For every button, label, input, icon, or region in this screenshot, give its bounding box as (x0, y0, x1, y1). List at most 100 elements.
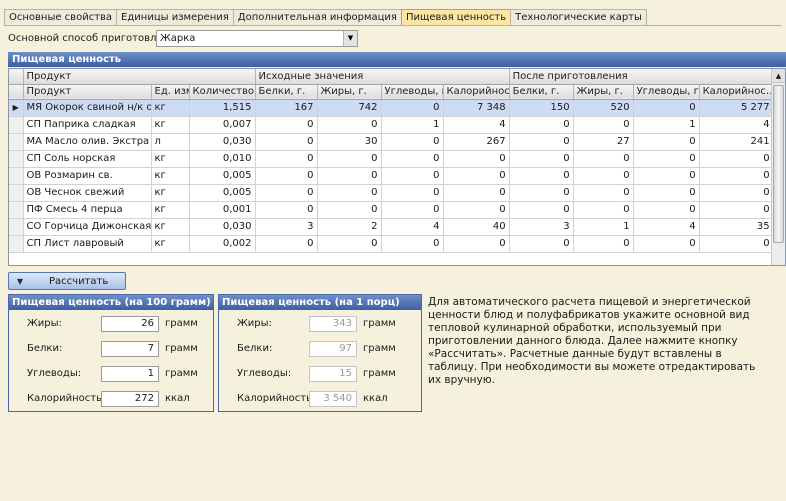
grid-cell[interactable]: 0 (443, 167, 510, 185)
grid-cell[interactable]: 0 (509, 167, 574, 185)
grid-cell[interactable]: 0,002 (189, 235, 256, 253)
grid-cell[interactable]: 0 (443, 184, 510, 202)
grid-cell[interactable]: 4 (699, 116, 773, 134)
grid-cell[interactable]: 0 (573, 116, 634, 134)
grid-cell[interactable]: ПФ Смесь 4 перца (23, 201, 152, 219)
grid-cell[interactable]: 0 (255, 150, 318, 168)
grid-cell[interactable]: 0 (443, 150, 510, 168)
grid-cell[interactable]: 1 (573, 218, 634, 236)
grid-cell[interactable]: 0 (699, 201, 773, 219)
table-row[interactable]: СП Паприка сладкая кг 0,007 0 0 1 4 0 0 1 4 (9, 116, 773, 134)
grid-cell[interactable]: 0 (255, 201, 318, 219)
grid-cell[interactable]: 0 (633, 133, 700, 151)
grid-cell[interactable]: кг (151, 184, 190, 202)
grid-cell[interactable]: 0 (633, 235, 700, 253)
grid-cell[interactable]: ОВ Розмарин св. (23, 167, 152, 185)
grid-cell[interactable]: 0 (573, 201, 634, 219)
grid-cell[interactable]: 4 (381, 218, 444, 236)
calculate-button[interactable]: ▼ Рассчитать (8, 272, 126, 290)
row-indicator[interactable] (9, 116, 24, 134)
row-indicator[interactable] (9, 150, 24, 168)
tab-tech-cards[interactable]: Технологические карты (510, 9, 647, 25)
grid-cell[interactable]: кг (151, 116, 190, 134)
grid-cell[interactable]: кг (151, 150, 190, 168)
table-row[interactable]: СП Соль норская кг 0,010 0 0 0 0 0 0 0 0 (9, 150, 773, 168)
tab-additional-info[interactable]: Дополнительная информация (232, 9, 401, 25)
grid-cell[interactable]: 0 (255, 116, 318, 134)
column-header[interactable]: Жиры, г. (317, 84, 382, 100)
grid-cell[interactable]: 0 (699, 167, 773, 185)
grid-cell[interactable]: 0 (317, 235, 382, 253)
grid-cell[interactable]: 0 (509, 201, 574, 219)
scroll-up-icon[interactable]: ▲ (772, 69, 785, 83)
grid-cell[interactable]: 0 (381, 150, 444, 168)
grid-cell[interactable]: 0,010 (189, 150, 256, 168)
column-header[interactable]: Ед. изм. (151, 84, 190, 100)
grid-cell[interactable]: СП Лист лавровый (23, 235, 152, 253)
grid-cell[interactable]: 0 (633, 167, 700, 185)
tab-main-properties[interactable]: Основные свойства (4, 9, 117, 25)
grid-cell[interactable]: 0 (317, 167, 382, 185)
column-header[interactable]: Продукт (23, 84, 152, 100)
column-header[interactable]: Количество… (189, 84, 256, 100)
grid-cell[interactable]: 0 (381, 99, 444, 117)
grid-cell[interactable]: 0,001 (189, 201, 256, 219)
column-header[interactable]: Белки, г. (509, 84, 574, 100)
grid-cell[interactable]: кг (151, 99, 190, 117)
grid-cell[interactable]: 0 (509, 116, 574, 134)
grid-cell[interactable]: 0 (255, 167, 318, 185)
table-row[interactable]: СО Горчица Дижонская кг 0,030 3 2 4 40 3 1 4 35 (9, 218, 773, 236)
grid-cell[interactable]: 520 (573, 99, 634, 117)
grid-cell[interactable]: 0,005 (189, 184, 256, 202)
column-header[interactable]: Калорийност… (443, 84, 510, 100)
column-header[interactable]: Жиры, г. (573, 84, 634, 100)
grid-cell[interactable]: 0 (381, 201, 444, 219)
grid-cell[interactable]: 0 (509, 235, 574, 253)
grid-cell[interactable]: 0 (633, 99, 700, 117)
grid-cell[interactable]: кг (151, 201, 190, 219)
grid-cell[interactable]: СП Паприка сладкая (23, 116, 152, 134)
grid-cell[interactable]: 0,030 (189, 133, 256, 151)
cooking-method-select[interactable]: Жарка ▼ (156, 30, 358, 47)
grid-cell[interactable]: 0 (573, 235, 634, 253)
grid-cell[interactable]: ОВ Чеснок свежий (23, 184, 152, 202)
table-row[interactable]: ОВ Чеснок свежий кг 0,005 0 0 0 0 0 0 0 0 (9, 184, 773, 202)
grid-cell[interactable]: 0 (699, 150, 773, 168)
table-row[interactable]: ПФ Смесь 4 перца кг 0,001 0 0 0 0 0 0 0 0 (9, 201, 773, 219)
grid-cell[interactable]: 0 (317, 201, 382, 219)
tab-nutrition[interactable]: Пищевая ценность (400, 9, 511, 25)
table-row[interactable]: ОВ Розмарин св. кг 0,005 0 0 0 0 0 0 0 0 (9, 167, 773, 185)
grid-cell[interactable]: 0 (573, 184, 634, 202)
grid-cell[interactable]: 0 (317, 150, 382, 168)
grid-cell[interactable]: 0 (699, 184, 773, 202)
grid-cell[interactable]: 1 (381, 116, 444, 134)
grid-cell[interactable]: 0 (509, 184, 574, 202)
grid-cell[interactable]: кг (151, 167, 190, 185)
grid-cell[interactable]: 35 (699, 218, 773, 236)
grid-cell[interactable]: 0 (255, 184, 318, 202)
grid-cell[interactable]: 4 (443, 116, 510, 134)
row-indicator[interactable] (9, 235, 24, 253)
grid-cell[interactable]: 742 (317, 99, 382, 117)
grid-cell[interactable]: кг (151, 235, 190, 253)
grid-cell[interactable]: 150 (509, 99, 574, 117)
grid-cell[interactable]: 1 (633, 116, 700, 134)
grid-cell[interactable]: 167 (255, 99, 318, 117)
grid-cell[interactable]: 0 (509, 150, 574, 168)
grid-cell[interactable]: 0 (381, 184, 444, 202)
grid-cell[interactable]: 0 (317, 116, 382, 134)
grid-cell[interactable]: 0 (443, 201, 510, 219)
grid-cell[interactable]: 30 (317, 133, 382, 151)
grid-cell[interactable]: 241 (699, 133, 773, 151)
grid-cell[interactable]: 0,005 (189, 167, 256, 185)
column-header[interactable]: Калорийнос… (699, 84, 773, 100)
grid-cell[interactable]: 40 (443, 218, 510, 236)
grid-cell[interactable]: 267 (443, 133, 510, 151)
table-row[interactable]: МА Масло олив. Экстра л 0,030 0 30 0 267 0 27 0 24… (9, 133, 773, 151)
column-header[interactable]: Белки, г. (255, 84, 318, 100)
per-100g-calories-input[interactable]: 272 (101, 391, 159, 407)
grid-vertical-scrollbar[interactable]: ▲ (771, 69, 785, 265)
row-indicator[interactable] (9, 201, 24, 219)
grid-cell[interactable]: 0 (317, 184, 382, 202)
grid-cell[interactable]: кг (151, 218, 190, 236)
